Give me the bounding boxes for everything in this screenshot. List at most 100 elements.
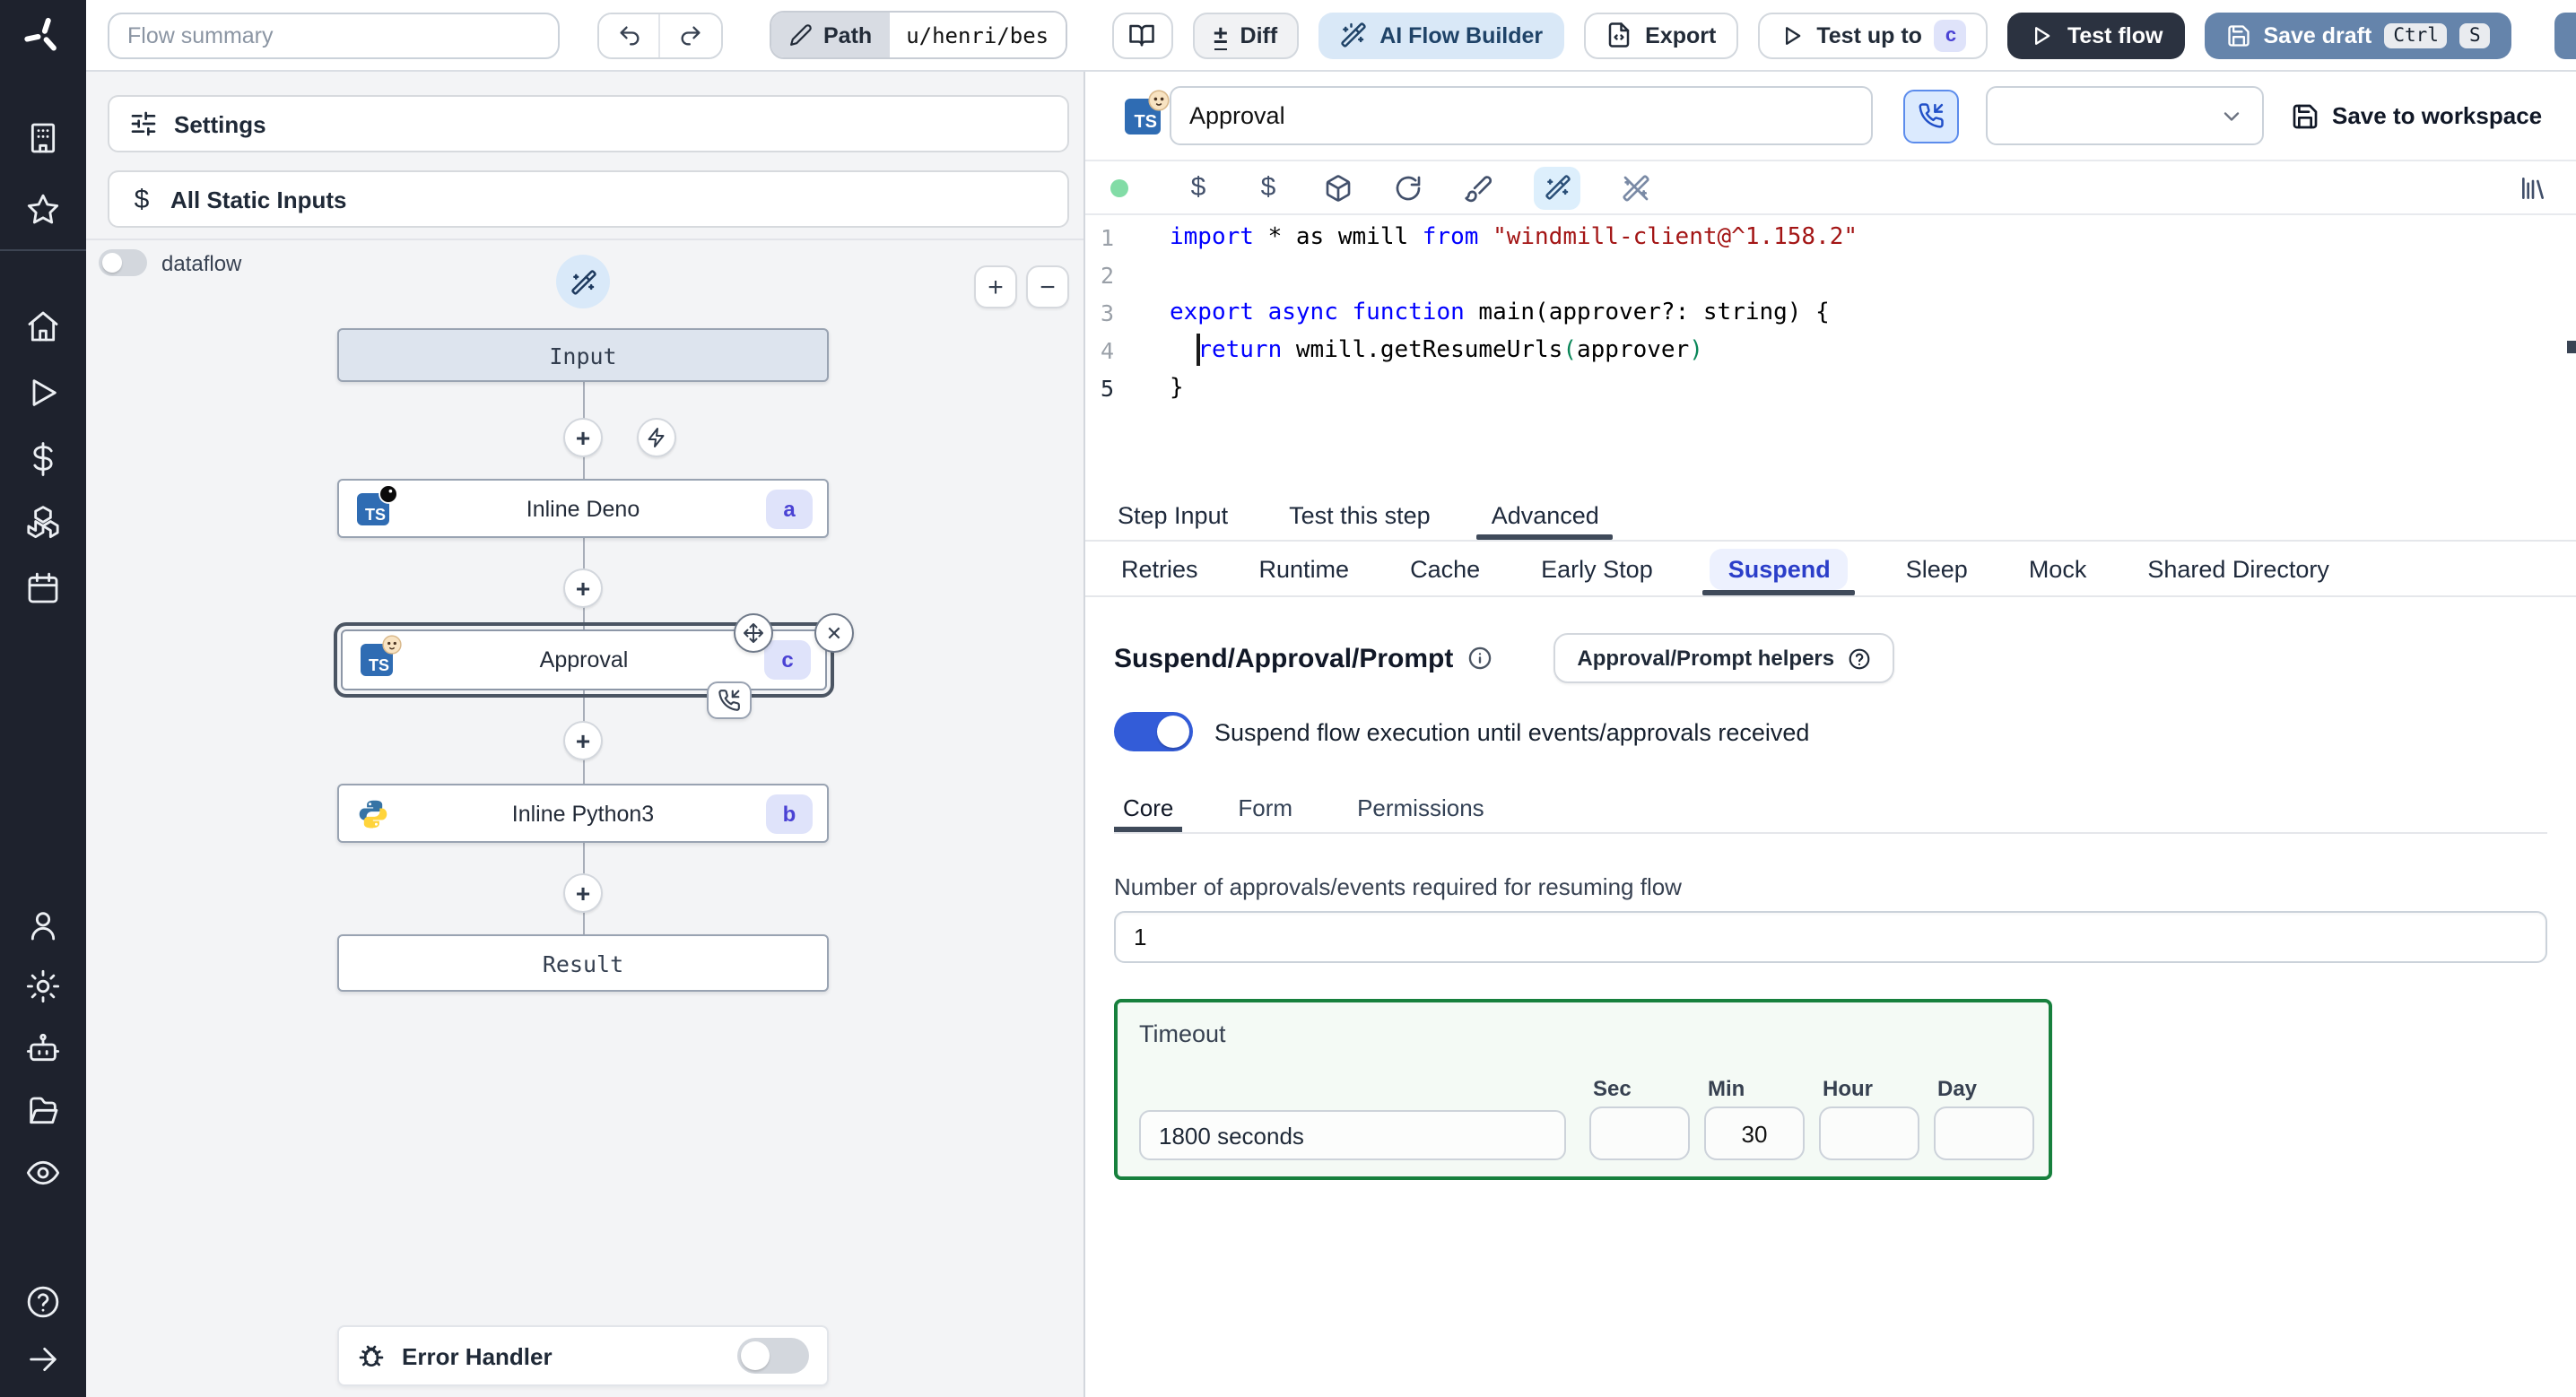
timeout-hour-input[interactable] [1819,1106,1919,1160]
typescript-deno-icon: TS [357,483,398,525]
sidebar-item-home[interactable] [0,308,86,344]
script-library-button[interactable] [2519,173,2547,202]
test-up-to-button[interactable]: Test up to c [1757,12,1989,58]
delete-step-button[interactable]: ✕ [814,613,854,653]
code-line[interactable]: 2 [1085,256,2576,294]
package-button[interactable] [1324,173,1353,202]
all-static-inputs-button[interactable]: $ All Static Inputs [108,170,1069,228]
approvals-required-input[interactable] [1114,911,2547,963]
sidebar-item-favorites[interactable] [0,192,86,228]
error-handler-toggle[interactable] [737,1338,809,1374]
sidebar-item-runs[interactable] [0,375,86,411]
flow-node-approval-selected[interactable]: TS Approval c ✕ [334,613,854,719]
suspend-enable-toggle[interactable] [1114,712,1193,751]
ai-graph-wand-button[interactable] [556,255,610,308]
tab-step-input[interactable]: Step Input [1114,490,1231,540]
zoom-in-button[interactable]: + [974,265,1017,308]
sidebar-item-variables[interactable] [0,441,86,477]
sidebar-item-schedules[interactable] [0,570,86,606]
deploy-button-partial[interactable] [2554,13,2576,59]
sidebar-item-resources[interactable] [0,506,86,542]
tab-suspend[interactable]: Suspend [1702,542,1856,595]
code-line[interactable]: 4 return wmill.getResumeUrls(approver) [1085,332,2576,369]
flow-node-result[interactable]: Result [337,934,829,992]
script-version-select[interactable] [1986,86,2264,145]
sidebar-item-collapse[interactable] [0,1341,86,1377]
reload-button[interactable] [1394,173,1423,202]
flow-node-inline-deno[interactable]: TS Inline Deno a [337,479,829,538]
tab-shared-directory[interactable]: Shared Directory [2140,542,2337,595]
move-step-button[interactable] [734,613,773,653]
format-button[interactable] [1464,173,1493,202]
flow-node-inline-python[interactable]: Inline Python3 b [337,784,829,843]
ai-assistant-button[interactable] [1534,166,1580,209]
code-line[interactable]: 1 import * as wmill from "windmill-client… [1085,219,2576,256]
path-button[interactable]: Path u/henri/bes [770,11,1067,59]
flow-graph-canvas[interactable]: dataflow + − Input + TS Inline Deno a + … [86,239,1083,1397]
tab-permissions[interactable]: Permissions [1348,784,1493,832]
sidebar-item-workers[interactable] [0,1031,86,1067]
info-icon[interactable] [1467,646,1493,671]
code-line[interactable]: 3 export async function main(approver?: s… [1085,294,2576,332]
sidebar-item-folders[interactable] [0,1094,86,1130]
tab-retries[interactable]: Retries [1114,542,1205,595]
variables-picker-button[interactable]: $ [1184,174,1213,201]
flow-settings-button[interactable]: Settings [108,95,1069,152]
docs-button[interactable] [1111,12,1173,58]
flow-summary-input[interactable] [108,12,560,58]
topbar: Path u/henri/bes ± Diff AI Flow Builder [86,0,2576,72]
python-icon [357,797,389,829]
tab-cache[interactable]: Cache [1403,542,1487,595]
error-handler-label: Error Handler [402,1342,553,1369]
ai-disable-button[interactable] [1622,173,1650,202]
boxes-icon [27,506,59,539]
tab-runtime[interactable]: Runtime [1252,542,1357,595]
sidebar-item-workspace[interactable] [0,120,86,156]
add-step-button[interactable]: + [563,873,603,913]
timeout-day-input[interactable] [1934,1106,2034,1160]
export-button[interactable]: Export [1584,12,1738,58]
sidebar-item-audit[interactable] [0,1155,86,1191]
timeout-min-input[interactable] [1704,1106,1805,1160]
approval-helpers-button[interactable]: Approval/Prompt helpers [1553,633,1894,683]
step-name-input[interactable] [1170,86,1873,145]
eye-icon [26,1160,60,1185]
resources-picker-button[interactable]: $ [1254,174,1283,201]
undo-button[interactable] [599,13,660,56]
tab-advanced[interactable]: Advanced [1476,490,1614,540]
redo-button[interactable] [660,13,721,56]
zoom-out-button[interactable]: − [1026,265,1069,308]
add-step-button[interactable]: + [563,721,603,760]
pencil-icon [790,24,812,46]
dataflow-toggle[interactable] [99,249,147,276]
tab-test-this-step[interactable]: Test this step [1285,490,1434,540]
flow-node-input[interactable]: Input [337,328,829,382]
code-line[interactable]: 5} [1085,369,2576,407]
sidebar-item-settings[interactable] [0,968,86,1004]
ai-flow-builder-button[interactable]: AI Flow Builder [1318,12,1565,58]
tab-mock[interactable]: Mock [2022,542,2094,595]
play-outline-icon [2035,26,2051,44]
phone-incoming-icon [718,690,740,711]
save-to-workspace-button[interactable]: Save to workspace [2291,101,2542,130]
main-area: Path u/henri/bes ± Diff AI Flow Builder [86,0,2576,1397]
windmill-logo[interactable] [0,14,86,57]
diff-button[interactable]: ± Diff [1192,12,1300,58]
sidebar-item-users[interactable] [0,907,86,943]
tab-sleep[interactable]: Sleep [1899,542,1975,595]
sliders-icon [131,111,156,136]
sidebar-item-help[interactable] [0,1284,86,1320]
save-draft-button[interactable]: Save draft Ctrl S [2204,12,2511,58]
error-handler-card[interactable]: Error Handler [337,1325,829,1386]
suspend-mode-button[interactable] [1903,89,1959,143]
add-trigger-button[interactable] [637,418,676,457]
add-step-button[interactable]: + [563,568,603,608]
test-flow-button[interactable]: Test flow [2007,12,2185,58]
code-editor[interactable]: 1 import * as wmill from "windmill-client… [1085,213,2576,490]
tab-form[interactable]: Form [1229,784,1301,832]
tab-core[interactable]: Core [1114,784,1183,832]
add-step-button[interactable]: + [563,418,603,457]
undo-icon [619,25,639,45]
tab-early-stop[interactable]: Early Stop [1534,542,1660,595]
timeout-sec-input[interactable] [1589,1106,1690,1160]
